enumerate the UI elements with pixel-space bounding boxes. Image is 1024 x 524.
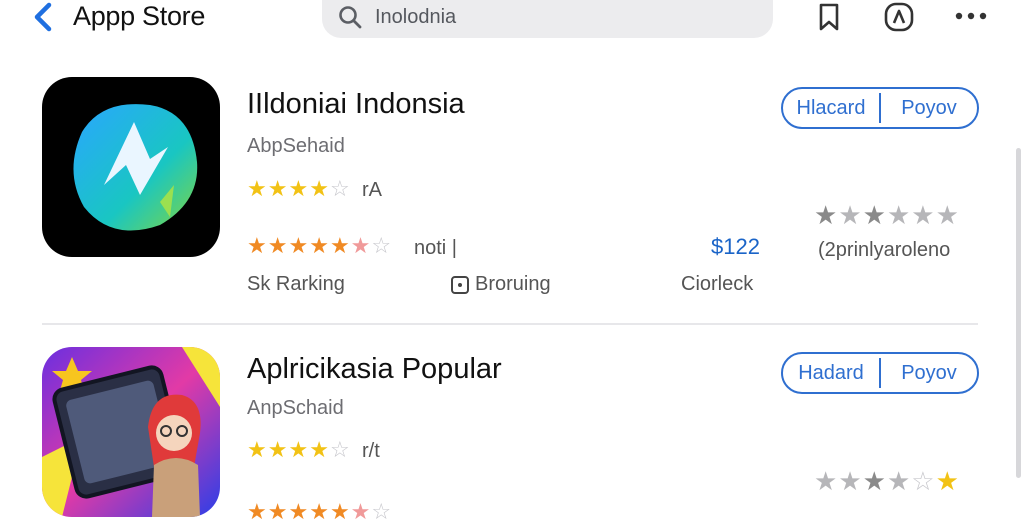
search-icon [339, 6, 362, 29]
pay-button[interactable]: Poyov [881, 89, 977, 127]
side-rating-stars: ★ ★ ★ ★ ☆ ★ [814, 466, 959, 496]
search-input[interactable]: Inolodnia [375, 4, 456, 30]
back-chevron-icon[interactable] [30, 2, 58, 32]
bookmark-icon[interactable] [815, 2, 843, 32]
app-icon[interactable] [42, 347, 220, 517]
app-icon[interactable] [42, 77, 220, 257]
price: $122 [711, 234, 760, 259]
row-separator [42, 323, 978, 325]
scrollbar[interactable] [1016, 148, 1021, 478]
storage-label: Ciorleck [681, 273, 754, 295]
browsing-item[interactable]: Broruing [451, 272, 551, 296]
rating-stars: ★ ★ ★ ★ ☆ [247, 176, 350, 201]
app-name[interactable]: Aplricikasia Popular [247, 352, 502, 386]
browsing-label: Broruing [475, 273, 551, 295]
rating-label: rA [362, 179, 382, 201]
account-icon[interactable] [883, 2, 915, 32]
user-rating-stars: ★ ★ ★ ★ ★ ★ ☆ [247, 233, 392, 258]
get-button-group[interactable]: Hadard Poyov [781, 352, 979, 394]
more-icon[interactable] [953, 6, 989, 26]
user-rating-stars: ★ ★ ★ ★ ★ ★ ☆ [247, 499, 392, 524]
app-title: Appp Store [73, 1, 206, 31]
install-button[interactable]: Hlacard [783, 89, 879, 127]
game-character-icon [42, 347, 220, 517]
paper-plane-icon [73, 104, 198, 231]
get-button-group[interactable]: Hlacard Poyov [781, 87, 979, 129]
side-label: (2prinlyaroleno [818, 239, 951, 261]
side-rating-stars: ★ ★ ★ ★ ★ ★ [814, 200, 959, 230]
pay-button[interactable]: Poyov [881, 354, 977, 392]
developer-name[interactable]: AbpSehaid [247, 134, 345, 158]
install-button[interactable]: Hadard [783, 354, 879, 392]
rating-label: r/t [362, 440, 380, 462]
ranking-label: Sk Rarking [247, 273, 345, 295]
rating-stars: ★ ★ ★ ★ ☆ [247, 437, 350, 462]
browse-icon [451, 275, 469, 294]
app-name[interactable]: IIldoniai Indonsia [247, 87, 465, 121]
user-rating-label: noti | [414, 237, 457, 259]
developer-name[interactable]: AnpSchaid [247, 396, 344, 420]
